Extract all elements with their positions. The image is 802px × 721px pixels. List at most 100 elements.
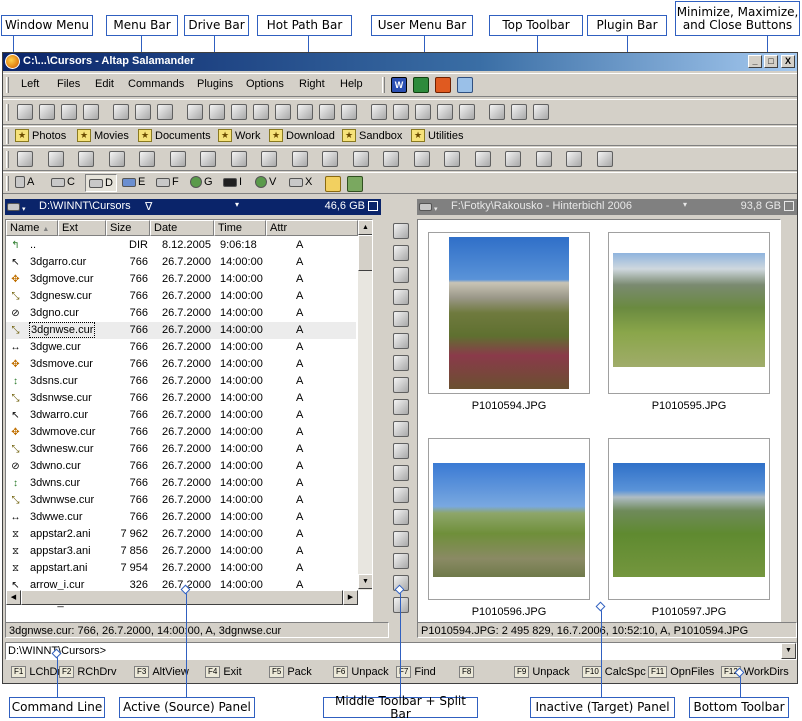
view-mode-icon[interactable]: [393, 223, 409, 239]
fkey-f9-button[interactable]: F9 Unpack: [514, 664, 570, 680]
column-attr[interactable]: Attr: [266, 220, 358, 236]
edit-icon[interactable]: [393, 509, 409, 525]
find-files-icon[interactable]: [393, 245, 409, 261]
back-icon[interactable]: [39, 104, 55, 120]
rename-icon[interactable]: [393, 377, 409, 393]
filter-icon[interactable]: [135, 104, 151, 120]
hot-path-work[interactable]: ★ Work: [218, 129, 260, 142]
file-row[interactable]: ↕ 3dsns.cur 766 26.7.2000 14:00:00 A: [6, 373, 356, 390]
file-row[interactable]: ⤡ 3dgnesw.cur 766 26.7.2000 14:00:00 A: [6, 288, 356, 305]
thumbnail-4[interactable]: [608, 438, 770, 600]
file-row[interactable]: ⧖ appstar3.ani 7 856 26.7.2000 14:00:00 A: [6, 543, 356, 560]
network-icon[interactable]: [347, 176, 363, 192]
file-row[interactable]: ✥ 3dgmove.cur 766 26.7.2000 14:00:00 A: [6, 271, 356, 288]
folder-icon[interactable]: [325, 176, 341, 192]
pack-icon[interactable]: [275, 104, 291, 120]
drive-v[interactable]: V: [255, 176, 276, 188]
scroll-down-icon[interactable]: ▼: [358, 574, 372, 589]
hot-path-photos[interactable]: ★ Photos: [15, 129, 66, 142]
hot-path-sandbox[interactable]: ★ Sandbox: [342, 129, 402, 142]
file-row[interactable]: ⧖ appstart.ani 7 954 26.7.2000 14:00:00 A: [6, 560, 356, 577]
archive-plugin-icon[interactable]: [291, 151, 308, 167]
drive-dropdown-icon[interactable]: ▾: [419, 202, 443, 213]
maximize-button[interactable]: □: [764, 55, 778, 68]
drive-c[interactable]: C: [51, 176, 75, 188]
archive-icon[interactable]: [393, 597, 409, 613]
folder-plugin-icon[interactable]: [230, 151, 247, 167]
menu-right[interactable]: Right: [299, 78, 325, 90]
drive-x[interactable]: X: [289, 176, 312, 188]
tools-plugin-icon[interactable]: [78, 151, 94, 167]
scroll-h-thumb[interactable]: [21, 590, 343, 605]
delete-icon[interactable]: [393, 333, 409, 349]
sync-icon[interactable]: [341, 104, 357, 120]
sync-dirs-icon[interactable]: [393, 465, 409, 481]
right-path-bar[interactable]: ▾ F:\Fotky\Rakousko - Hinterbichl 2006 ▾…: [417, 199, 797, 215]
file-row[interactable]: ⊘ 3dgno.cur 766 26.7.2000 14:00:00 A: [6, 305, 356, 322]
file-row[interactable]: ⤡ 3dwnesw.cur 766 26.7.2000 14:00:00 A: [6, 441, 356, 458]
fkey-f6-button[interactable]: F6 Unpack: [333, 664, 389, 680]
command-history-dropdown-icon[interactable]: ▼: [781, 643, 796, 659]
history-icon[interactable]: [533, 104, 549, 120]
home-plugin-icon[interactable]: [169, 151, 186, 167]
window-menu-icon[interactable]: [5, 54, 20, 69]
file-row[interactable]: ↕ 3dwns.cur 766 26.7.2000 14:00:00 A: [6, 475, 356, 492]
file-row[interactable]: ⤡ 3dwnwse.cur 766 26.7.2000 14:00:00 A: [6, 492, 356, 509]
file-row[interactable]: ✥ 3dwmove.cur 766 26.7.2000 14:00:00 A: [6, 424, 356, 441]
file-row[interactable]: ⤡ 3dgnwse.cur 766 26.7.2000 14:00:00 A: [6, 322, 356, 339]
user-menu-icon[interactable]: [459, 104, 475, 120]
drive-d[interactable]: D: [85, 174, 117, 192]
left-vertical-scrollbar[interactable]: ▲ ▼: [358, 220, 372, 590]
move-to-icon[interactable]: [393, 311, 409, 327]
copy-to-icon[interactable]: [393, 289, 409, 305]
hot-path-documents[interactable]: ★ Documents: [138, 129, 211, 142]
file-row[interactable]: ⤡ 3dsnwse.cur 766 26.7.2000 14:00:00 A: [6, 390, 356, 407]
thumbnail-1[interactable]: [428, 232, 590, 394]
zoom-icon[interactable]: [393, 487, 409, 503]
filmstrip-plugin-icon[interactable]: [47, 151, 64, 167]
left-path-bar[interactable]: ▾ D:\WINNT\Cursors ∇ ▾ 46,6 GB: [5, 199, 381, 215]
parent-dir-icon[interactable]: [17, 104, 33, 120]
fkey-f11-button[interactable]: F11 OpnFiles: [648, 664, 714, 680]
file-row[interactable]: ↖ 3dwarro.cur 766 26.7.2000 14:00:00 A: [6, 407, 356, 424]
drive-menu-icon[interactable]: [83, 104, 99, 120]
multi-plugin-icon[interactable]: [444, 151, 460, 167]
fkey-f4-button[interactable]: F4 Exit: [205, 664, 242, 680]
file-row[interactable]: ↔ 3dgwe.cur 766 26.7.2000 14:00:00 A: [6, 339, 356, 356]
copy-plugin-icon[interactable]: [383, 151, 399, 167]
music-plugin-icon[interactable]: [596, 151, 613, 167]
hot-path-utilities[interactable]: ★ Utilities: [411, 129, 463, 142]
word-icon[interactable]: W: [391, 77, 407, 93]
quick-rename-icon[interactable]: [393, 421, 409, 437]
filter-icon[interactable]: ∇: [145, 200, 152, 213]
scroll-right-icon[interactable]: ▶: [343, 590, 358, 605]
drive-i[interactable]: I: [223, 176, 242, 188]
paste-icon[interactable]: [393, 553, 409, 569]
refresh-app-icon[interactable]: [457, 77, 473, 93]
drive-e[interactable]: E: [122, 176, 145, 188]
gear-plugin-icon[interactable]: [200, 151, 216, 167]
column-size[interactable]: Size: [106, 220, 150, 236]
properties-icon[interactable]: [297, 104, 313, 120]
file-row[interactable]: ↰.. DIR 8.12.2005 9:06:18 A: [6, 237, 356, 254]
7z-plugin-icon[interactable]: [535, 151, 552, 167]
title-bar[interactable]: C:\...\Cursors - Altap Salamander _ □ X: [3, 53, 797, 71]
compare-icon[interactable]: [319, 104, 335, 120]
scroll-left-icon[interactable]: ◀: [6, 590, 21, 605]
command-line[interactable]: D:\WINNT\Cursors> ▼: [5, 642, 797, 660]
zoom-panel-icon[interactable]: [784, 201, 794, 211]
menu-plugins[interactable]: Plugins: [197, 78, 233, 90]
column-ext[interactable]: Ext: [58, 220, 106, 236]
orange-app-icon[interactable]: [435, 77, 451, 93]
menu-edit[interactable]: Edit: [95, 78, 114, 90]
cut-icon[interactable]: [393, 531, 409, 547]
drive-dropdown-icon[interactable]: ▾: [7, 202, 31, 213]
find-icon[interactable]: [371, 104, 387, 120]
chart-plugin-icon[interactable]: [139, 151, 155, 167]
diskmap-plugin-icon[interactable]: [108, 151, 125, 167]
new-folder-icon[interactable]: [489, 104, 505, 120]
left-horizontal-scrollbar[interactable]: ◀ ▶: [6, 590, 358, 605]
db-plugin-icon[interactable]: [566, 151, 582, 167]
active-source-panel[interactable]: Name ▲ Ext Size Date Time Attr ↰.. DIR 8.1…: [5, 219, 373, 623]
fkey-f8-button[interactable]: F8: [459, 664, 477, 680]
